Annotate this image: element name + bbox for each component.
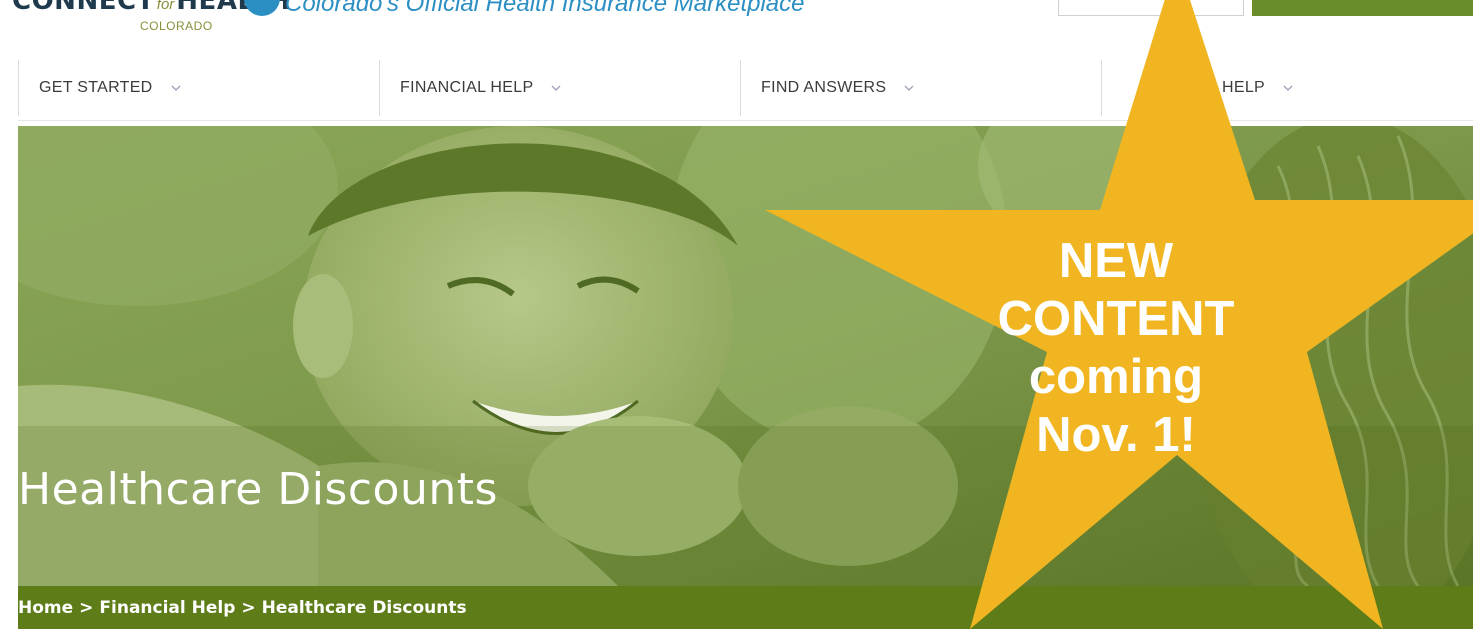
star-callout-text: NEW CONTENT coming Nov. 1! [980, 232, 1252, 464]
breadcrumb-current: Healthcare Discounts [261, 597, 467, 618]
callout-line-4: Nov. 1! [1036, 408, 1196, 462]
page-title: Healthcare Discounts [18, 464, 498, 515]
chevron-down-icon [551, 85, 561, 91]
nav-item-label: FINANCIAL HELP [400, 79, 534, 96]
nav-item-get-started[interactable]: GET STARTED [18, 60, 379, 116]
callout-line-2: CONTENT [997, 292, 1235, 346]
logo-colorado: COLORADO [140, 19, 213, 33]
logo-connect: CONNECT [12, 0, 155, 16]
breadcrumb-financial-help[interactable]: Financial Help [99, 598, 235, 618]
breadcrumb-separator: > [79, 597, 94, 618]
nav-item-financial-help[interactable]: FINANCIAL HELP [379, 60, 740, 116]
logo-for: for [156, 0, 175, 13]
site-tagline: Colorado's Official Health Insurance Mar… [285, 0, 805, 17]
breadcrumb-separator: > [241, 597, 256, 618]
breadcrumb-home[interactable]: Home [18, 598, 73, 618]
callout-line-1: NEW [1058, 234, 1174, 288]
nav-item-label: GET STARTED [39, 79, 153, 96]
chevron-down-icon [171, 85, 181, 91]
site-logo[interactable]: CONNECT forHEALTH COLORADO [12, 0, 291, 36]
callout-line-3: coming [1028, 350, 1204, 404]
